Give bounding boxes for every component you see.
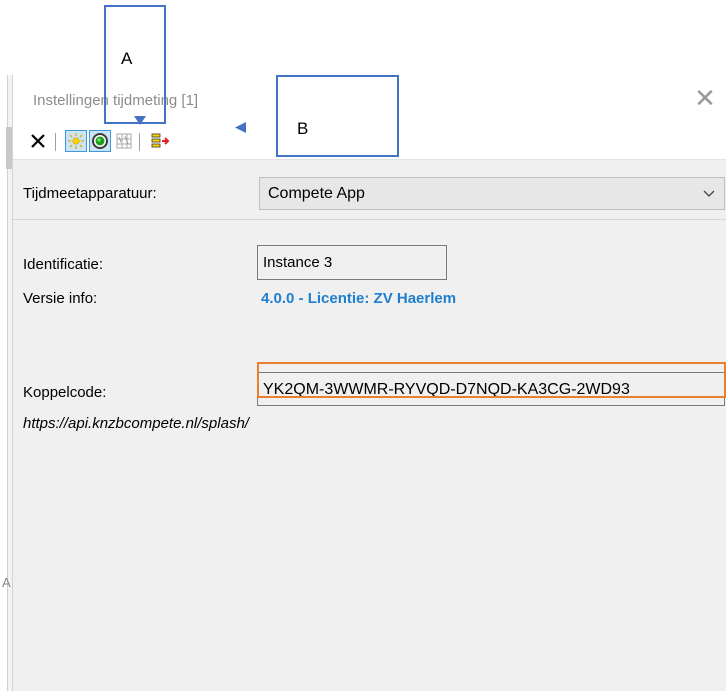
annotation-arrow-b bbox=[235, 122, 246, 133]
api-url: https://api.knzbcompete.nl/splash/ bbox=[23, 415, 249, 432]
chevron-down-icon bbox=[702, 186, 716, 205]
annotation-box-a bbox=[104, 5, 166, 124]
background-window-strip: A bbox=[0, 75, 13, 691]
device-label: Tijdmeetapparatuur: bbox=[23, 185, 157, 202]
close-x-icon[interactable] bbox=[27, 130, 49, 152]
grid-icon[interactable] bbox=[113, 130, 135, 152]
device-select[interactable]: Compete App bbox=[259, 177, 725, 210]
sun-icon[interactable] bbox=[65, 130, 87, 152]
pairing-code-label: Koppelcode: bbox=[23, 384, 107, 401]
annotation-box-b bbox=[276, 75, 399, 157]
identification-label: Identificatie: bbox=[23, 256, 104, 273]
annotation-label-b: B bbox=[297, 119, 309, 138]
target-icon[interactable] bbox=[89, 130, 111, 152]
section-divider bbox=[13, 219, 726, 220]
version-info: 4.0.0 - Licentie: ZV Haerlem bbox=[261, 290, 457, 307]
annotation-arrow-a bbox=[134, 116, 146, 125]
version-label: Versie info: bbox=[23, 290, 98, 307]
identification-value: Instance 3 bbox=[263, 254, 333, 271]
pairing-code-highlight bbox=[257, 362, 726, 398]
annotation-label-a: A bbox=[121, 49, 133, 68]
close-window-button[interactable]: ✕ bbox=[691, 84, 719, 112]
device-select-value: Compete App bbox=[268, 185, 365, 202]
export-icon[interactable] bbox=[149, 130, 171, 152]
identification-field[interactable]: Instance 3 bbox=[257, 245, 447, 280]
